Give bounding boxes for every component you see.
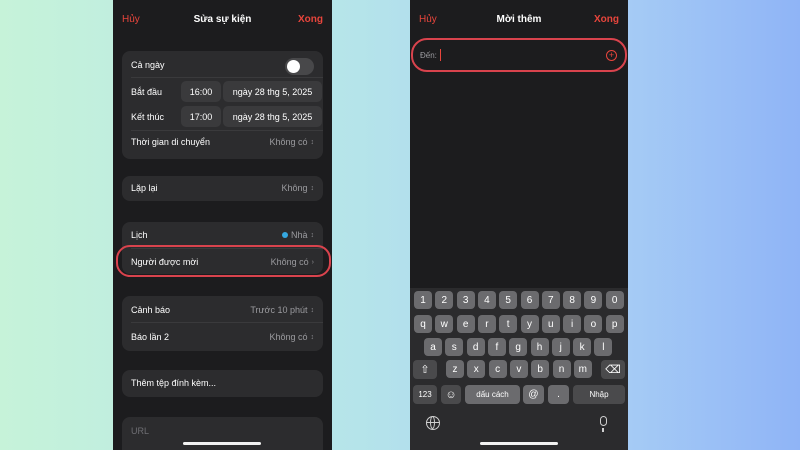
start-time[interactable]: 16:00: [181, 81, 221, 102]
chevron-updown-icon: ↕: [310, 138, 315, 146]
nav-bar: Hủy Sửa sự kiện Xong: [113, 0, 332, 40]
invitees-highlight: [116, 245, 331, 277]
toggle-knob: [287, 60, 300, 73]
attachment-row[interactable]: Thêm tệp đính kèm...: [122, 373, 323, 393]
url-row[interactable]: URL: [122, 421, 323, 441]
repeat-label: Lặp lại: [131, 183, 158, 193]
alert-row[interactable]: Cảnh báo Trước 10 phút ↕: [122, 300, 323, 320]
key-h[interactable]: h: [530, 338, 549, 356]
start-date[interactable]: ngày 28 thg 5, 2025: [223, 81, 322, 102]
divider: [131, 322, 323, 323]
key-i[interactable]: i: [563, 315, 582, 333]
repeat-row[interactable]: Lặp lại Không ↕: [122, 178, 323, 198]
repeat-value: Không ↕: [281, 183, 314, 193]
end-date[interactable]: ngày 28 thg 5, 2025: [223, 106, 322, 127]
url-field[interactable]: URL: [131, 426, 149, 436]
end-label: Kết thúc: [131, 111, 165, 122]
key-8[interactable]: 8: [563, 291, 582, 309]
start-label: Bắt đầu: [131, 86, 163, 97]
dot-key[interactable]: .: [548, 385, 569, 404]
key-o[interactable]: o: [584, 315, 603, 333]
key-l[interactable]: l: [594, 338, 613, 356]
key-z[interactable]: z: [446, 360, 464, 378]
all-day-row: Cả ngày: [122, 54, 323, 76]
return-key[interactable]: Nhập: [573, 385, 625, 404]
key-s[interactable]: s: [445, 338, 464, 356]
key-e[interactable]: e: [456, 315, 475, 333]
numbers-key[interactable]: 123: [413, 385, 437, 404]
key-v[interactable]: v: [509, 360, 528, 378]
all-day-toggle[interactable]: [285, 58, 314, 75]
divider: [131, 130, 323, 131]
key-y[interactable]: y: [520, 315, 539, 333]
alert-label: Cảnh báo: [131, 305, 171, 315]
alert-value: Trước 10 phút ↕: [250, 305, 314, 315]
key-5[interactable]: 5: [499, 291, 518, 309]
key-c[interactable]: c: [488, 360, 507, 378]
travel-time-row[interactable]: Thời gian di chuyển Không có ↕: [122, 132, 323, 152]
key-a[interactable]: a: [424, 338, 442, 356]
key-u[interactable]: u: [541, 315, 560, 333]
key-6[interactable]: 6: [520, 291, 539, 309]
emoji-icon[interactable]: ☺: [441, 385, 461, 404]
key-d[interactable]: d: [466, 338, 485, 356]
chevron-updown-icon: ↕: [310, 306, 315, 314]
chevron-updown-icon: ↕: [310, 184, 315, 192]
calendar-color-dot: [281, 232, 288, 238]
done-button[interactable]: Xong: [298, 14, 323, 25]
globe-equator: [426, 422, 439, 423]
key-x[interactable]: x: [467, 360, 486, 378]
done-button[interactable]: Xong: [594, 14, 619, 25]
shift-key[interactable]: ⇧: [413, 360, 437, 379]
key-q[interactable]: q: [414, 315, 432, 333]
key-g[interactable]: g: [509, 338, 528, 356]
divider: [131, 77, 323, 78]
chevron-updown-icon: ↕: [310, 333, 315, 341]
attachment-label: Thêm tệp đính kèm...: [131, 378, 217, 388]
calendar-label: Lịch: [131, 230, 148, 240]
key-4[interactable]: 4: [477, 291, 496, 309]
chevron-updown-icon: ↕: [310, 231, 315, 239]
at-key[interactable]: @: [523, 385, 544, 404]
key-2[interactable]: 2: [435, 291, 454, 309]
key-m[interactable]: m: [573, 360, 592, 378]
key-7[interactable]: 7: [541, 291, 560, 309]
key-3[interactable]: 3: [456, 291, 475, 309]
keyboard: ⇧ ⌫ 123 ☺ dấu cách @ . Nhập 1234567890qw…: [410, 288, 628, 450]
end-row: Kết thúc 17:00 ngày 28 thg 5, 2025: [122, 104, 323, 129]
key-r[interactable]: r: [477, 315, 496, 333]
home-indicator: [183, 442, 261, 445]
calendar-value: Nhà ↕: [281, 230, 315, 240]
start-row: Bắt đầu 16:00 ngày 28 thg 5, 2025: [122, 79, 323, 104]
key-1[interactable]: 1: [414, 291, 432, 309]
backspace-key[interactable]: ⌫: [601, 360, 625, 379]
key-k[interactable]: k: [573, 338, 592, 356]
second-alert-value: Không có ↕: [269, 332, 314, 342]
nav-bar: Hủy Mời thêm Xong: [410, 0, 628, 40]
key-t[interactable]: t: [499, 315, 518, 333]
calendar-row[interactable]: Lịch Nhà ↕: [122, 225, 323, 245]
key-f[interactable]: f: [487, 338, 506, 356]
key-b[interactable]: b: [531, 360, 550, 378]
mic-stand: [602, 428, 604, 432]
travel-time-label: Thời gian di chuyển: [131, 137, 210, 147]
end-time[interactable]: 17:00: [181, 106, 221, 127]
to-field-highlight: [411, 38, 627, 72]
space-key[interactable]: dấu cách: [465, 385, 520, 404]
add-invitees-screen: Hủy Mời thêm Xong Đến: + ⇧ ⌫ 123 ☺ dấu c…: [410, 0, 628, 450]
travel-time-value: Không có ↕: [269, 137, 314, 147]
key-9[interactable]: 9: [584, 291, 603, 309]
key-n[interactable]: n: [552, 360, 571, 378]
key-j[interactable]: j: [551, 338, 570, 356]
second-alert-label: Báo lần 2: [131, 332, 170, 342]
key-p[interactable]: p: [605, 315, 624, 333]
all-day-label: Cả ngày: [131, 60, 165, 70]
home-indicator: [480, 442, 558, 445]
key-w[interactable]: w: [435, 315, 454, 333]
edit-event-screen: Hủy Sửa sự kiện Xong Cả ngày Bắt đầu 16:…: [113, 0, 332, 450]
key-0[interactable]: 0: [605, 291, 624, 309]
microphone-icon[interactable]: [600, 416, 607, 432]
globe-icon[interactable]: [426, 416, 440, 430]
second-alert-row[interactable]: Báo lần 2 Không có ↕: [122, 327, 323, 347]
